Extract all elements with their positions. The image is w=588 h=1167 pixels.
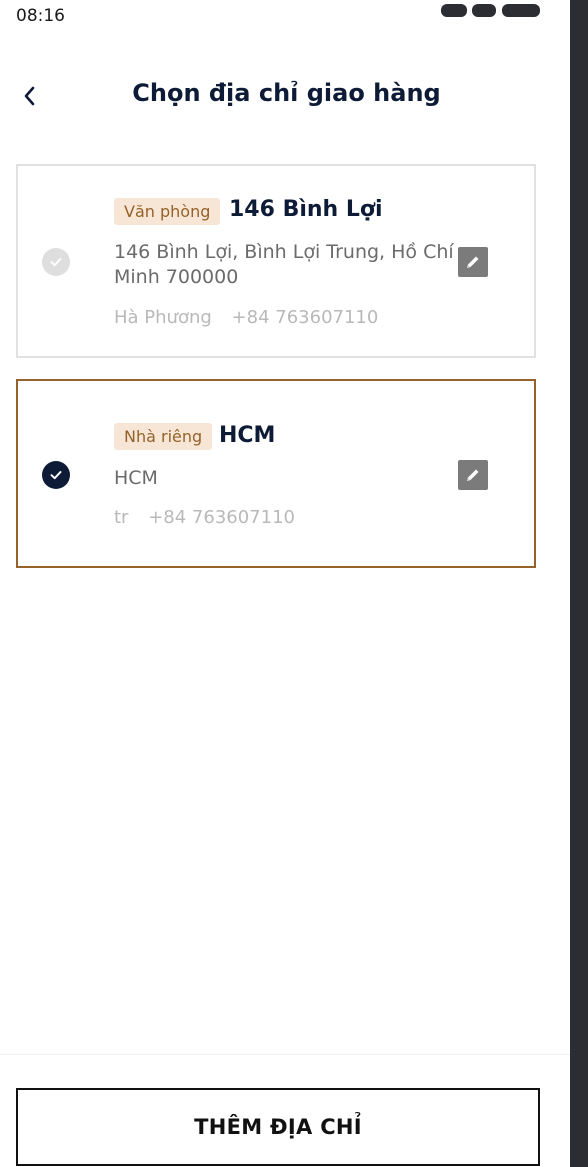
pencil-icon — [467, 256, 479, 268]
edit-button[interactable] — [458, 460, 488, 490]
page-title: Chọn địa chỉ giao hàng — [132, 79, 441, 107]
contact-info: Hà Phương +84 763607110 — [114, 307, 392, 328]
address-tag: Nhà riêng — [114, 423, 213, 450]
status-bar: 08:16 — [0, 0, 573, 36]
check-icon — [50, 258, 62, 267]
check-icon — [50, 471, 62, 480]
divider — [0, 1054, 573, 1055]
address-tag: Văn phòng — [114, 198, 221, 225]
address-line: HCM — [114, 467, 158, 489]
wifi-icon — [472, 4, 496, 17]
radio-unselected[interactable] — [42, 248, 70, 276]
edit-button[interactable] — [458, 247, 488, 277]
add-address-button[interactable]: THÊM ĐỊA CHỈ — [16, 1088, 540, 1166]
contact-info: tr +84 763607110 — [114, 507, 309, 528]
radio-selected[interactable] — [42, 461, 70, 489]
status-time: 08:16 — [16, 6, 65, 26]
recipient-phone: +84 763607110 — [148, 507, 295, 528]
address-name: HCM — [219, 423, 276, 448]
battery-icon — [502, 4, 540, 17]
address-card-selected[interactable]: Nhà riêng HCM HCM tr +84 763607110 — [16, 379, 536, 568]
recipient-name: Hà Phương — [114, 307, 212, 328]
pencil-icon — [467, 469, 479, 481]
address-name: 146 Bình Lợi — [229, 197, 383, 222]
phone-screen: 08:16 Chọn địa chỉ giao hàng Văn phòng 1… — [0, 0, 573, 1167]
address-card[interactable]: Văn phòng 146 Bình Lợi 146 Bình Lợi, Bìn… — [16, 164, 536, 358]
header: Chọn địa chỉ giao hàng — [0, 70, 573, 124]
signal-icon — [441, 4, 467, 17]
recipient-name: tr — [114, 507, 129, 528]
recipient-phone: +84 763607110 — [231, 307, 379, 328]
address-line: 146 Bình Lợi, Bình Lợi Trung, Hồ Chí Min… — [114, 241, 454, 288]
device-bezel — [570, 0, 588, 1167]
